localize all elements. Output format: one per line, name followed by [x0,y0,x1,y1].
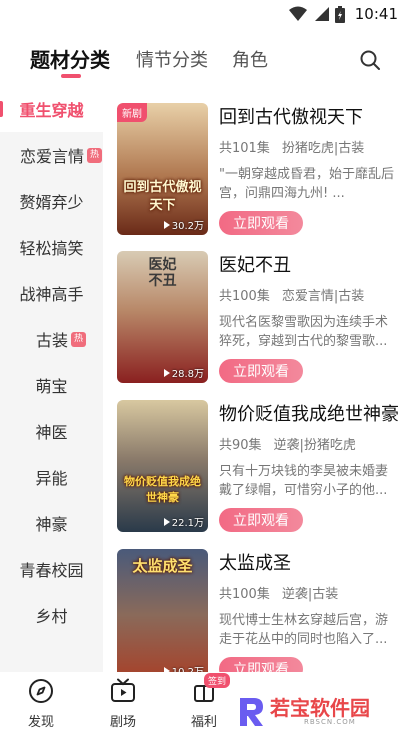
drama-title[interactable]: 医妃不丑 [219,251,407,277]
drama-description: 只有十万块钱的李昊被未婚妻戴了绿帽，可惜穷小子的他... [219,464,389,498]
watch-now-button[interactable]: 立即观看 [219,508,303,532]
genre-sidebar: 重生穿越 恋爱言情 热 赘婿弃少 轻松搞笑 战神高手 古装 热 萌宝 神医 异能… [0,86,103,672]
wifi-icon [288,6,307,21]
nav-label: 发现 [27,715,54,730]
drama-meta: 共100集 逆袭|古装 [219,583,338,602]
sidebar-item-tycoon[interactable]: 神豪 [0,500,103,546]
drama-poster[interactable]: 太监成圣 10.2万 [117,549,208,672]
drama-title[interactable]: 物价贬值我成绝世神豪 [219,400,407,426]
sidebar-item-romance[interactable]: 恋爱言情 热 [0,132,103,178]
tab-role[interactable]: 角色 [232,46,268,72]
sign-in-badge: 签到 [204,673,231,688]
drama-tags: 逆袭|古装 [281,587,339,602]
drama-meta: 共90集 逆袭|扮猪吃虎 [219,434,356,453]
poster-title: 回到古代傲视天下 [123,180,202,213]
sidebar-item-costume[interactable]: 古装 热 [0,316,103,362]
sidebar-item-label: 古装 [36,331,69,350]
sidebar-item-label: 恋爱言情 [20,147,85,166]
watermark-logo [240,698,263,726]
watch-now-button[interactable]: 立即观看 [219,211,303,235]
tv-icon [111,678,135,702]
nav-discover[interactable]: 发现 [11,678,71,730]
battery-icon [334,5,345,23]
episode-count: 共100集 [219,289,270,304]
sidebar-item-label: 神豪 [35,515,68,534]
play-icon [163,368,170,377]
sidebar-item-son-in-law[interactable]: 赘婿弃少 [0,178,103,224]
view-count: 28.8万 [163,365,204,380]
compass-icon [29,679,53,703]
sidebar-item-superpower[interactable]: 异能 [0,454,103,500]
status-icons: 10:41 [288,5,398,23]
play-icon [163,517,170,526]
sidebar-active-indicator [0,101,3,117]
new-drama-badge: 新剧 [117,103,147,122]
sidebar-item-war-god[interactable]: 战神高手 [0,270,103,316]
sidebar-item-label: 战神高手 [19,285,84,304]
drama-title[interactable]: 回到古代傲视天下 [219,103,407,129]
nav-welfare[interactable]: 签到 福利 [174,673,234,730]
drama-tags: 扮猪吃虎|古装 [281,141,365,156]
drama-meta: 共100集 恋爱言情|古装 [219,285,364,304]
category-tab-bar: 题材分类 情节分类 角色 [0,38,412,86]
drama-poster[interactable]: 医妃不丑 28.8万 [117,251,208,383]
episode-count: 共90集 [219,438,262,453]
drama-tags: 逆袭|扮猪吃虎 [273,438,356,453]
drama-card[interactable]: 太监成圣 10.2万 太监成圣 共100集逆袭|古装 现代博士生林玄穿越后宫，游… [117,549,407,672]
tab-plot-category[interactable]: 情节分类 [136,46,208,72]
drama-tags: 恋爱言情|古装 [281,289,365,304]
search-icon[interactable] [358,48,382,72]
drama-description: "一朝穿越成昏君，始于靡乱后宫，问鼎四海九州! ... [219,167,394,201]
sidebar-item-label: 赘婿弃少 [19,193,84,212]
watch-now-button[interactable]: 立即观看 [219,359,303,383]
nav-theater[interactable]: 剧场 [93,678,153,730]
play-icon [163,220,170,229]
drama-description: 现代名医黎雪歌因为连续手术猝死，穿越到古代的黎雪歌... [219,315,389,349]
hot-badge: 热 [87,147,103,163]
drama-card[interactable]: 医妃不丑 28.8万 医妃不丑 共100集 恋爱言情|古装 现代名医黎雪歌因为连续… [117,251,407,383]
sidebar-item-label: 乡村 [35,607,68,626]
drama-title[interactable]: 太监成圣 [219,549,407,575]
watermark: 若宝软件园 RBSCN.COM [230,690,412,734]
drama-poster[interactable]: 回到古代傲视天下 新剧 30.2万 [117,103,208,235]
episode-count: 共101集 [219,141,270,156]
poster-title: 物价贬值我成绝世神豪 [124,475,201,504]
nav-label: 剧场 [109,715,136,730]
view-count: 22.1万 [163,514,204,529]
drama-description: 现代博士生林玄穿越后宫，游走于花丛中的同时也陷入了... [219,613,389,647]
nav-label: 福利 [190,715,217,730]
signal-icon [314,7,329,21]
drama-poster[interactable]: 物价贬值我成绝世神豪 22.1万 [117,400,208,532]
sidebar-item-doctor[interactable]: 神医 [0,408,103,454]
poster-title: 医妃不丑 [148,257,177,289]
sidebar-item-comedy[interactable]: 轻松搞笑 [0,224,103,270]
sidebar-item-label: 异能 [35,469,68,488]
sidebar-item-label: 轻松搞笑 [19,239,84,258]
view-count: 10.2万 [163,663,204,672]
hot-badge: 热 [71,331,87,347]
status-bar: 10:41 [0,0,412,30]
drama-card[interactable]: 回到古代傲视天下 新剧 30.2万 回到古代傲视天下 共101集 扮猪吃虎|古装 … [117,103,407,235]
poster-title: 太监成圣 [132,557,193,575]
tab-topic-category[interactable]: 题材分类 [30,44,110,73]
active-tab-indicator [61,74,81,78]
watermark-text: 若宝软件园 [270,696,370,720]
drama-list: 回到古代傲视天下 新剧 30.2万 回到古代傲视天下 共101集 扮猪吃虎|古装 … [103,86,412,672]
sidebar-item-label: 青春校园 [19,561,84,580]
episode-count: 共100集 [219,587,270,602]
status-time: 10:41 [354,5,398,23]
watermark-url: RBSCN.COM [304,718,356,726]
sidebar-item-label: 重生穿越 [19,101,84,120]
sidebar-item-campus[interactable]: 青春校园 [0,546,103,592]
sidebar-item-village[interactable]: 乡村 [0,592,103,638]
sidebar-item-label: 萌宝 [35,377,68,396]
sidebar-item-rebirth[interactable]: 重生穿越 [0,86,103,132]
drama-meta: 共101集 扮猪吃虎|古装 [219,137,364,156]
sidebar-item-cute-baby[interactable]: 萌宝 [0,362,103,408]
view-count: 30.2万 [163,217,204,232]
sidebar-item-label: 神医 [35,423,68,442]
drama-card[interactable]: 物价贬值我成绝世神豪 22.1万 物价贬值我成绝世神豪 共90集 逆袭|扮猪吃虎 … [117,400,407,532]
watch-now-button[interactable]: 立即观看 [219,657,303,672]
